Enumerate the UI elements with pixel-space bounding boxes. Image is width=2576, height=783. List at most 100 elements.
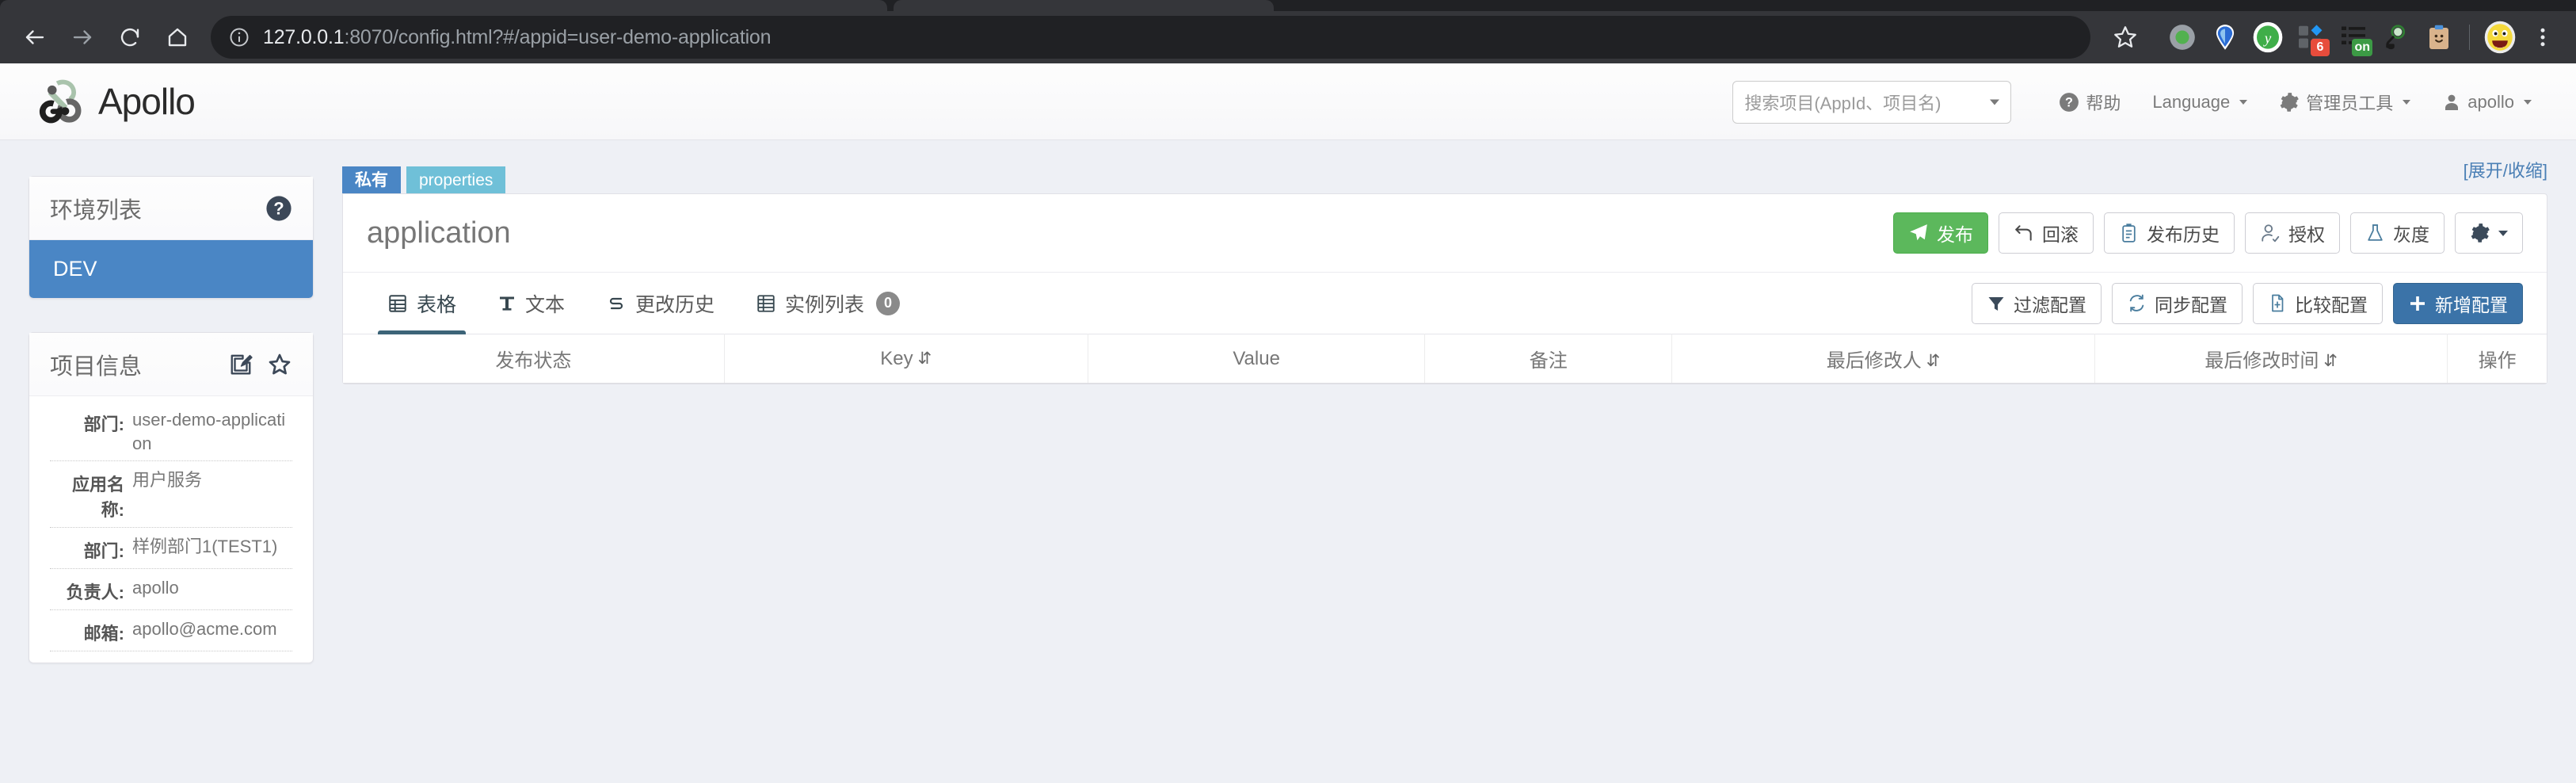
tab-change-history[interactable]: 更改历史 bbox=[585, 273, 735, 334]
column-label: 备注 bbox=[1529, 350, 1568, 372]
text-T-icon bbox=[497, 294, 516, 313]
url-host: 127.0.0.1 bbox=[263, 25, 345, 48]
clipboard-extension-icon[interactable] bbox=[2418, 17, 2460, 58]
tab-text[interactable]: 文本 bbox=[477, 273, 585, 334]
blue-pin-extension-icon[interactable] bbox=[2204, 17, 2246, 58]
green-dot-extension-icon[interactable] bbox=[2162, 17, 2203, 58]
project-info-row: 应用名称: 用户服务 bbox=[50, 461, 292, 529]
publish-button-label: 发布 bbox=[1937, 224, 1973, 245]
star-outline-icon[interactable] bbox=[267, 352, 292, 377]
project-info-row: 负责人: apollo bbox=[50, 569, 292, 611]
column-label: 最后修改时间 bbox=[2204, 350, 2319, 372]
nav-language[interactable]: Language bbox=[2136, 92, 2263, 113]
project-info-label: 部门: bbox=[83, 541, 124, 562]
namespace-action-buttons: 发布 回滚 发布历史 授权 灰度 bbox=[1893, 212, 2523, 254]
namespace-tabs: 表格 文本 更改历史 实例列表 0 bbox=[367, 273, 920, 334]
main-content: 私有 properties [展开/收缩] application 发布 回滚 … bbox=[342, 140, 2576, 783]
search-placeholder: 搜索项目(AppId、项目名) bbox=[1744, 93, 1942, 113]
environment-list-header: 环境列表 ? bbox=[29, 177, 313, 240]
filter-config-button-label: 过滤配置 bbox=[2014, 294, 2086, 315]
column-label: Key bbox=[880, 347, 913, 369]
nav-help[interactable]: ? 帮助 bbox=[2043, 90, 2136, 115]
edit-pencil-icon[interactable] bbox=[229, 353, 253, 376]
sidebar-item-dev[interactable]: DEV bbox=[29, 240, 313, 298]
sort-icon[interactable]: ⇵ bbox=[1926, 351, 1941, 371]
expand-collapse-link[interactable]: [展开/收缩] bbox=[2464, 157, 2547, 182]
search-input[interactable]: 搜索项目(AppId、项目名) bbox=[1732, 80, 2012, 124]
project-info-value: apollo bbox=[132, 578, 179, 598]
column-header-last-modified-time[interactable]: 最后修改时间 ⇵ bbox=[2094, 334, 2448, 384]
namespace-title-row: application 发布 回滚 发布历史 授权 灰度 bbox=[343, 194, 2547, 272]
authorize-button[interactable]: 授权 bbox=[2245, 212, 2340, 254]
tab-table[interactable]: 表格 bbox=[367, 273, 477, 334]
project-info-label: 应用名称: bbox=[71, 475, 124, 521]
namespace-settings-button[interactable] bbox=[2455, 212, 2523, 254]
browser-tab[interactable] bbox=[894, 0, 1274, 11]
project-info-label: 邮箱: bbox=[83, 624, 124, 644]
nav-language-label: Language bbox=[2152, 91, 2231, 112]
tab-table-label: 表格 bbox=[417, 293, 457, 316]
environment-list: DEV bbox=[29, 240, 313, 298]
authorize-button-label: 授权 bbox=[2288, 224, 2325, 245]
tab-instance-list[interactable]: 实例列表 0 bbox=[735, 273, 920, 334]
filter-config-button[interactable]: 过滤配置 bbox=[1972, 282, 2102, 324]
apollo-logo-icon bbox=[33, 73, 90, 130]
back-arrow-icon[interactable] bbox=[13, 15, 57, 59]
browser-chrome: 127.0.0.1:8070/config.html?#/appid=user-… bbox=[0, 0, 2576, 63]
publish-button[interactable]: 发布 bbox=[1893, 212, 1988, 254]
gray-release-button[interactable]: 灰度 bbox=[2350, 212, 2445, 254]
project-info-value: 样例部门1(TEST1) bbox=[132, 537, 278, 557]
column-header-last-modified-by[interactable]: 最后修改人 ⇵ bbox=[1671, 334, 2096, 384]
nav-user-menu[interactable]: apollo bbox=[2426, 92, 2547, 113]
column-header-comment: 备注 bbox=[1424, 334, 1673, 384]
extension-badge: on bbox=[2352, 39, 2372, 56]
help-circle-icon: ? bbox=[2059, 92, 2079, 113]
avatar[interactable] bbox=[2479, 17, 2521, 58]
column-label: 操作 bbox=[2478, 350, 2517, 372]
home-icon[interactable] bbox=[155, 15, 200, 59]
star-icon[interactable] bbox=[2105, 17, 2146, 58]
environment-list-title: 环境列表 bbox=[50, 197, 143, 223]
forward-arrow-icon[interactable] bbox=[60, 15, 105, 59]
table-header-row: 发布状态 Key ⇵ Value 备注 最后修改人 ⇵ 最后修改时间 ⇵ 操作 bbox=[343, 334, 2547, 384]
nav-admin-tools[interactable]: 管理员工具 bbox=[2263, 90, 2426, 115]
reload-icon[interactable] bbox=[108, 15, 152, 59]
plus-icon bbox=[2408, 294, 2427, 313]
apollo-logo[interactable]: Apollo bbox=[33, 73, 196, 130]
column-header-operations: 操作 bbox=[2447, 334, 2547, 384]
site-info-icon[interactable] bbox=[228, 26, 250, 48]
publish-history-button[interactable]: 发布历史 bbox=[2104, 212, 2235, 254]
column-label: 最后修改人 bbox=[1826, 350, 1922, 372]
browser-toolbar: 127.0.0.1:8070/config.html?#/appid=user-… bbox=[0, 11, 2576, 63]
config-table-header: 发布状态 Key ⇵ Value 备注 最后修改人 ⇵ 最后修改时间 ⇵ 操作 bbox=[343, 334, 2547, 384]
project-info-value: user-demo-application bbox=[132, 410, 286, 453]
tab-change-history-label: 更改历史 bbox=[635, 293, 715, 316]
rollback-button[interactable]: 回滚 bbox=[1999, 212, 2094, 254]
instance-count-badge: 0 bbox=[876, 291, 901, 315]
column-header-release-status: 发布状态 bbox=[343, 334, 725, 384]
browser-tab[interactable] bbox=[0, 0, 887, 11]
sort-icon[interactable]: ⇵ bbox=[2323, 351, 2338, 371]
url-path: :8070/config.html?#/appid=user-demo-appl… bbox=[344, 25, 772, 48]
nav-user-label: apollo bbox=[2467, 91, 2514, 112]
chevron-down-icon bbox=[2239, 99, 2248, 105]
add-config-button[interactable]: 新增配置 bbox=[2393, 282, 2523, 324]
sync-config-button[interactable]: 同步配置 bbox=[2112, 282, 2243, 324]
nav-admin-tools-label: 管理员工具 bbox=[2306, 93, 2394, 113]
address-bar[interactable]: 127.0.0.1:8070/config.html?#/appid=user-… bbox=[211, 16, 2090, 59]
compare-config-button[interactable]: 比较配置 bbox=[2253, 282, 2383, 324]
sort-icon[interactable]: ⇵ bbox=[918, 349, 932, 369]
project-info-label: 负责人: bbox=[66, 582, 124, 603]
list-extension-icon[interactable]: on bbox=[2333, 17, 2374, 58]
publish-history-button-label: 发布历史 bbox=[2147, 224, 2220, 245]
svg-text:?: ? bbox=[273, 198, 284, 218]
blocks-extension-icon[interactable]: 6 bbox=[2290, 17, 2331, 58]
chrome-menu-icon[interactable] bbox=[2522, 17, 2563, 58]
question-mark-icon[interactable]: ? bbox=[265, 195, 292, 222]
extension-badge: 6 bbox=[2311, 39, 2330, 56]
yandex-extension-icon[interactable]: y bbox=[2247, 17, 2288, 58]
column-header-key[interactable]: Key ⇵ bbox=[724, 334, 1088, 384]
magnifier-extension-icon[interactable] bbox=[2376, 17, 2417, 58]
sync-config-button-label: 同步配置 bbox=[2155, 294, 2227, 315]
browser-tab-strip bbox=[0, 0, 2576, 11]
